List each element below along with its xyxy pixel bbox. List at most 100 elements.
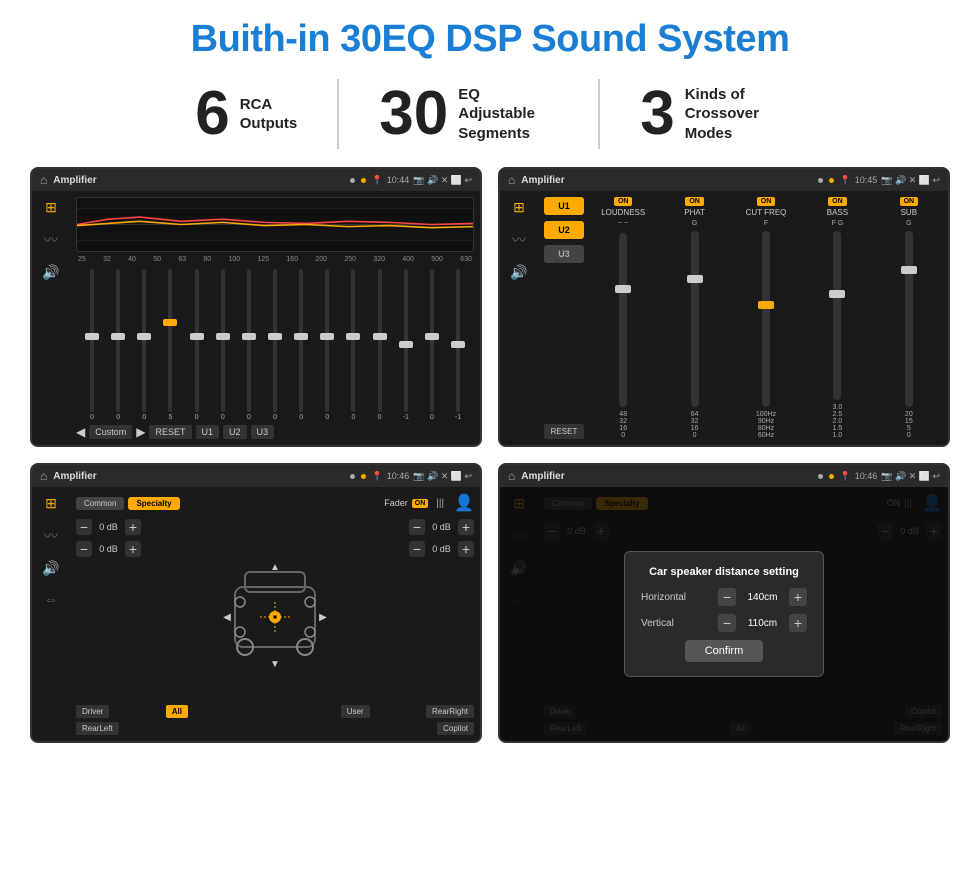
- copilot-btn[interactable]: Copilot: [437, 722, 474, 735]
- eq-reset-btn[interactable]: RESET: [149, 425, 191, 439]
- db-row-rl: − 0 dB +: [76, 541, 141, 557]
- cutfreq-label: CUT FREQ: [746, 208, 787, 217]
- fader-right-col: − 0 dB + − 0 dB +: [409, 519, 474, 705]
- eq-u3-btn[interactable]: U3: [251, 425, 275, 439]
- eq-status-icons: 📍 10:44 📷 🔊 ✕ ⬜ ↩: [372, 175, 472, 186]
- dialog-horizontal-row: Horizontal − 140cm +: [641, 588, 807, 606]
- fader-status-bar: ⌂ Amplifier 📍 10:46 📷 🔊 ✕ ⬜ ↩: [32, 465, 480, 487]
- sub-slider[interactable]: [905, 231, 913, 407]
- common-tab[interactable]: Common: [76, 497, 124, 510]
- bass-label: BASS: [827, 208, 848, 217]
- play-icon: [361, 178, 366, 183]
- main-title: Buith-in 30EQ DSP Sound System: [191, 18, 790, 61]
- crossover-sidebar-speaker[interactable]: 🔊: [510, 264, 527, 281]
- home-icon[interactable]: ⌂: [40, 173, 47, 187]
- fader-body: − 0 dB + − 0 dB +: [76, 519, 474, 705]
- all-btn[interactable]: All: [166, 705, 188, 718]
- bass-on[interactable]: ON: [828, 197, 847, 206]
- rr-minus[interactable]: −: [409, 541, 425, 557]
- eq-custom-btn[interactable]: Custom: [89, 425, 132, 439]
- crossover-dot1: [818, 178, 823, 183]
- fader-sidebar-arrows[interactable]: ⇔: [44, 591, 58, 607]
- stat-eq-number: 30: [379, 83, 448, 145]
- vertical-minus[interactable]: −: [718, 614, 736, 632]
- loudness-slider[interactable]: [619, 233, 627, 407]
- rearright-btn[interactable]: RearRight: [426, 705, 474, 718]
- rl-plus[interactable]: +: [125, 541, 141, 557]
- fader-home-icon[interactable]: ⌂: [40, 469, 47, 483]
- loudness-on[interactable]: ON: [614, 197, 633, 206]
- vertical-plus[interactable]: +: [789, 614, 807, 632]
- stat-rca-label: RCA Outputs: [240, 95, 298, 134]
- eq-prev[interactable]: ◀: [76, 425, 85, 439]
- confirm-button[interactable]: Confirm: [685, 640, 764, 662]
- dialog-home-icon[interactable]: ⌂: [508, 469, 515, 483]
- crossover-sidebar-wave[interactable]: 〰: [512, 230, 526, 250]
- dialog-vertical-row: Vertical − 110cm +: [641, 614, 807, 632]
- rearleft-btn[interactable]: RearLeft: [76, 722, 119, 735]
- phat-on[interactable]: ON: [685, 197, 704, 206]
- fr-minus[interactable]: −: [409, 519, 425, 535]
- fl-minus[interactable]: −: [76, 519, 92, 535]
- fader-bottom-row: Driver All User RearRight: [76, 705, 474, 718]
- fader-dot1: [350, 474, 355, 479]
- sub-on[interactable]: ON: [900, 197, 919, 206]
- slider-0: 0: [80, 267, 104, 421]
- bass-slider[interactable]: [833, 231, 841, 400]
- crossover-columns: ON LOUDNESS ~ ~ 4832160 ON PHAT: [590, 197, 942, 439]
- fader-settings-icon[interactable]: 👤: [454, 493, 474, 513]
- svg-text:▼: ▼: [270, 659, 280, 670]
- eq-sidebar: ⊞ 〰 🔊: [32, 191, 70, 445]
- eq-sidebar-speaker[interactable]: 🔊: [42, 264, 59, 281]
- fader-on-badge[interactable]: ON: [412, 499, 429, 508]
- fr-value: 0 dB: [428, 522, 455, 532]
- db-row-rr: − 0 dB +: [409, 541, 474, 557]
- slider-1: 0: [106, 267, 130, 421]
- horizontal-value: 140cm: [740, 592, 785, 603]
- dialog-box: Car speaker distance setting Horizontal …: [624, 551, 824, 677]
- col-cutfreq: ON CUT FREQ F 100Hz90Hz80Hz60Hz: [733, 197, 799, 439]
- cutfreq-slider[interactable]: [762, 231, 770, 407]
- db-row-fl: − 0 dB +: [76, 519, 141, 535]
- dialog-title-bar: Amplifier: [521, 471, 811, 482]
- eq-next[interactable]: ▶: [136, 425, 145, 439]
- sub-values: 201550: [905, 411, 913, 439]
- driver-btn[interactable]: Driver: [76, 705, 109, 718]
- cutfreq-on[interactable]: ON: [757, 197, 776, 206]
- col-bass: ON BASS F G 3.02.52.01.51.0: [804, 197, 870, 439]
- horizontal-plus[interactable]: +: [789, 588, 807, 606]
- crossover-u1[interactable]: U1: [544, 197, 584, 215]
- slider-6: 0: [237, 267, 261, 421]
- slider-5: 0: [211, 267, 235, 421]
- eq-sidebar-wave[interactable]: 〰: [44, 230, 58, 250]
- crossover-home-icon[interactable]: ⌂: [508, 173, 515, 187]
- fader-sidebar-tune[interactable]: ⊞: [45, 495, 57, 512]
- rl-minus[interactable]: −: [76, 541, 92, 557]
- crossover-sidebar-tune[interactable]: ⊞: [513, 199, 525, 216]
- eq-u2-btn[interactable]: U2: [223, 425, 247, 439]
- crossover-main: U1 U2 U3 RESET ON LOUDNESS ~ ~: [538, 191, 948, 445]
- fader-bars: |||: [436, 498, 444, 509]
- fader-screen-content: ⊞ 〰 🔊 ⇔ Common Specialty Fader ON ||| 👤: [32, 487, 480, 741]
- specialty-tab[interactable]: Specialty: [128, 497, 179, 510]
- eq-bottom-bar: ◀ Custom ▶ RESET U1 U2 U3: [76, 425, 474, 439]
- car-diagram: ▲ ▼ ◀ ▶: [147, 519, 403, 705]
- crossover-u-buttons: U1 U2 U3 RESET: [544, 197, 584, 439]
- eq-u1-btn[interactable]: U1: [196, 425, 220, 439]
- db-row-fr: − 0 dB +: [409, 519, 474, 535]
- crossover-reset[interactable]: RESET: [544, 424, 584, 439]
- stat-rca: 6 RCA Outputs: [155, 83, 337, 145]
- screen-crossover: ⌂ Amplifier 📍 10:45 📷 🔊 ✕ ⬜ ↩ ⊞ 〰 🔊 U1: [498, 167, 950, 447]
- eq-sidebar-tune[interactable]: ⊞: [45, 199, 57, 216]
- crossover-u2[interactable]: U2: [544, 221, 584, 239]
- user-btn[interactable]: User: [341, 705, 370, 718]
- fader-sidebar-wave[interactable]: 〰: [44, 526, 58, 546]
- fl-plus[interactable]: +: [125, 519, 141, 535]
- fader-sidebar-speaker[interactable]: 🔊: [42, 560, 59, 577]
- rr-plus[interactable]: +: [458, 541, 474, 557]
- crossover-u3[interactable]: U3: [544, 245, 584, 263]
- fader-tab-row: Common Specialty Fader ON ||| 👤: [76, 493, 474, 513]
- fr-plus[interactable]: +: [458, 519, 474, 535]
- horizontal-minus[interactable]: −: [718, 588, 736, 606]
- phat-slider[interactable]: [691, 231, 699, 407]
